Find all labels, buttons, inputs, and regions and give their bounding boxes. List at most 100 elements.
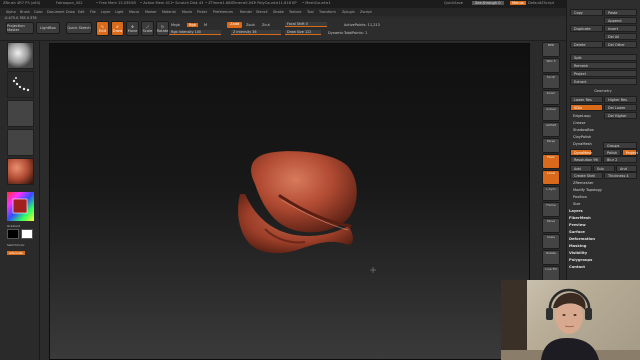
material-thumbnail[interactable]	[7, 158, 34, 185]
see-through-slider[interactable]: See-through 0	[472, 1, 504, 5]
claypolish-item[interactable]: ClayPolish	[573, 135, 591, 139]
modify-topology-item[interactable]: Modify Topology	[573, 188, 602, 192]
menu-draw[interactable]: Draw	[66, 10, 75, 14]
bpr-button[interactable]: BPR	[542, 42, 560, 57]
stroke-thumbnail[interactable]	[7, 71, 34, 98]
menu-material[interactable]: Material	[162, 10, 176, 14]
contact-section[interactable]: Contact	[569, 265, 585, 269]
line-fill-button[interactable]: Line Fill	[542, 266, 560, 281]
menu-document[interactable]: Document	[47, 10, 65, 14]
switch-color-button[interactable]: SwitchColor	[7, 243, 25, 247]
floor-button[interactable]: Floor	[542, 154, 560, 169]
insert-button[interactable]: Insert	[604, 25, 637, 32]
deformation-section[interactable]: Deformation	[569, 237, 595, 241]
menu-render[interactable]: Render	[240, 10, 252, 14]
create-shell-button[interactable]: Create Shell	[570, 172, 603, 179]
extract-button[interactable]: Extract	[570, 78, 637, 85]
project-button[interactable]: Project	[570, 70, 637, 77]
menu-file[interactable]: File	[90, 10, 96, 14]
menu-stroke[interactable]: Stroke	[273, 10, 284, 14]
zadd-toggle[interactable]: Zadd	[227, 22, 243, 28]
scroll-button[interactable]: Scroll	[542, 74, 560, 89]
position-item[interactable]: Position	[573, 195, 587, 199]
projection-master-button[interactable]: Projection Master	[6, 22, 34, 34]
menu-brush[interactable]: Brush	[20, 10, 30, 14]
preview-section[interactable]: Preview	[569, 223, 586, 227]
rotate-view-button[interactable]: Rotate	[542, 250, 560, 265]
and-button[interactable]: And	[616, 165, 637, 172]
menu-tool[interactable]: Tool	[307, 10, 314, 14]
menu-texture[interactable]: Texture	[289, 10, 301, 14]
edgeloop-item[interactable]: EdgeLoop	[573, 114, 591, 118]
texture-thumbnail[interactable]	[7, 129, 34, 156]
append-button[interactable]: Append	[604, 17, 637, 24]
resolution-slider[interactable]: Resolution 96	[570, 156, 602, 163]
lsym-button[interactable]: L.Sym	[542, 186, 560, 201]
groups-toggle[interactable]: Groups	[603, 142, 637, 149]
sub-button[interactable]: Sub	[593, 165, 615, 172]
menu-zplugin[interactable]: Zplugin	[342, 10, 355, 14]
visibility-section[interactable]: Visibility	[569, 251, 587, 255]
lightbox-button[interactable]: LightBox	[36, 22, 60, 34]
delete-button[interactable]: Delete	[570, 41, 603, 48]
shadowbox-item[interactable]: ShadowBox	[573, 128, 594, 132]
edit-mode-button[interactable]: ✎ Edit	[96, 21, 109, 36]
menu-transform[interactable]: Transform	[319, 10, 336, 14]
actual-button[interactable]: Actual	[542, 106, 560, 121]
gradient-label[interactable]: Gradient	[7, 224, 20, 228]
menu-stencil[interactable]: Stencil	[256, 10, 267, 14]
remesh-button[interactable]: Remesh	[570, 62, 637, 69]
blur-slider[interactable]: Blur 2	[603, 156, 637, 163]
zcut-toggle[interactable]: Zcut	[262, 23, 270, 27]
scale-mode-button[interactable]: ⤢ Scale	[141, 21, 154, 36]
dynamic-toggle[interactable]: Dynamic	[328, 31, 343, 35]
dynamesh-button[interactable]: DynaMesh	[570, 149, 592, 156]
layers-section[interactable]: Layers	[569, 209, 583, 213]
menu-marker[interactable]: Marker	[145, 10, 157, 14]
rgb-toggle[interactable]: Rgb	[187, 23, 198, 27]
menu-preferences[interactable]: Preferences	[213, 10, 233, 14]
surface-section[interactable]: Surface	[569, 230, 585, 234]
z-intensity-slider[interactable]: Z Intensity 36	[231, 30, 281, 35]
secondary-color-swatch[interactable]	[21, 229, 33, 239]
del-all-button[interactable]: Del All	[604, 33, 637, 40]
menu-alpha[interactable]: Alpha	[6, 10, 16, 14]
duplicate-button[interactable]: Duplicate	[570, 25, 603, 32]
persp-button[interactable]: Persp	[542, 138, 560, 153]
del-other-button[interactable]: Del Other	[604, 41, 637, 48]
color-picker[interactable]	[7, 192, 34, 221]
del-higher-button[interactable]: Del Higher	[604, 112, 637, 119]
higher-res-button[interactable]: Higher Res	[604, 96, 637, 103]
local-button[interactable]: Local	[542, 170, 560, 185]
alpha-thumbnail[interactable]	[7, 100, 34, 127]
aahalf-button[interactable]: AAHalf	[542, 122, 560, 137]
zoom-button[interactable]: Zoom	[542, 90, 560, 105]
menu-movie[interactable]: Movie	[182, 10, 192, 14]
draw-size-slider[interactable]: Draw Size 122	[285, 30, 321, 35]
paste-button[interactable]: Paste	[604, 9, 637, 16]
menu-picker[interactable]: Picker	[197, 10, 207, 14]
geometry-header[interactable]: Geometry	[569, 88, 637, 94]
dynamesh-section[interactable]: DynaMesh	[573, 142, 592, 146]
del-lower-button[interactable]: Del Lower	[604, 104, 637, 111]
rotate-mode-button[interactable]: ↻ Rotate	[156, 21, 169, 36]
menu-light[interactable]: Light	[115, 10, 123, 14]
thickness-slider[interactable]: Thickness 4	[604, 172, 637, 179]
canvas-viewport[interactable]	[49, 43, 530, 360]
add-button[interactable]: Add	[570, 165, 592, 172]
rgb-intensity-slider[interactable]: Rgb Intensity 100	[169, 30, 221, 35]
move-mode-button[interactable]: ✥ Move	[126, 21, 139, 36]
menu-edit[interactable]: Edit	[78, 10, 85, 14]
sdiv-slider[interactable]: SDiv	[570, 104, 603, 111]
menu-layer[interactable]: Layer	[101, 10, 110, 14]
copy-button[interactable]: Copy	[570, 9, 603, 16]
m-toggle[interactable]: M	[204, 23, 207, 27]
mrgb-toggle[interactable]: Mrgb	[171, 23, 180, 27]
fibermesh-section[interactable]: FiberMesh	[569, 216, 591, 220]
menu-zscript[interactable]: Zscript	[360, 10, 372, 14]
polish-toggle[interactable]: Polish	[603, 149, 621, 156]
zsub-toggle[interactable]: Zsub	[246, 23, 255, 27]
size-item[interactable]: Size	[573, 202, 580, 206]
menus-button[interactable]: Menus	[510, 1, 526, 5]
frame-button[interactable]: Frame	[542, 202, 560, 217]
